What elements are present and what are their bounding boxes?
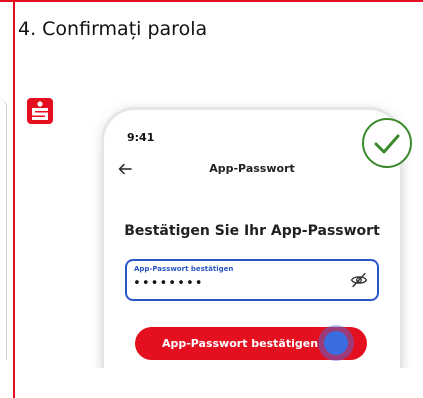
frame-left-border [13,0,15,398]
phone-mockup: 9:41 App-Passwort Bestätigen Sie Ihr App… [101,107,403,378]
field-label: App-Passwort bestätigen [134,265,234,273]
tap-indicator-dot [324,331,348,355]
eye-off-icon[interactable] [350,272,368,292]
confirm-password-input[interactable] [133,276,313,291]
checkmark-circle-icon [362,118,412,168]
bottom-crop [15,368,423,398]
confirm-password-field[interactable]: App-Passwort bestätigen [125,259,379,301]
sparkasse-logo-icon [27,98,53,124]
previous-panel-edge [0,100,7,360]
step-heading: 4. Confirmați parola [18,18,208,40]
frame-top-border [0,0,423,2]
nav-title: App-Passwort [209,162,295,175]
status-time: 9:41 [127,131,155,144]
form-title: Bestätigen Sie Ihr App-Passwort [124,223,380,239]
